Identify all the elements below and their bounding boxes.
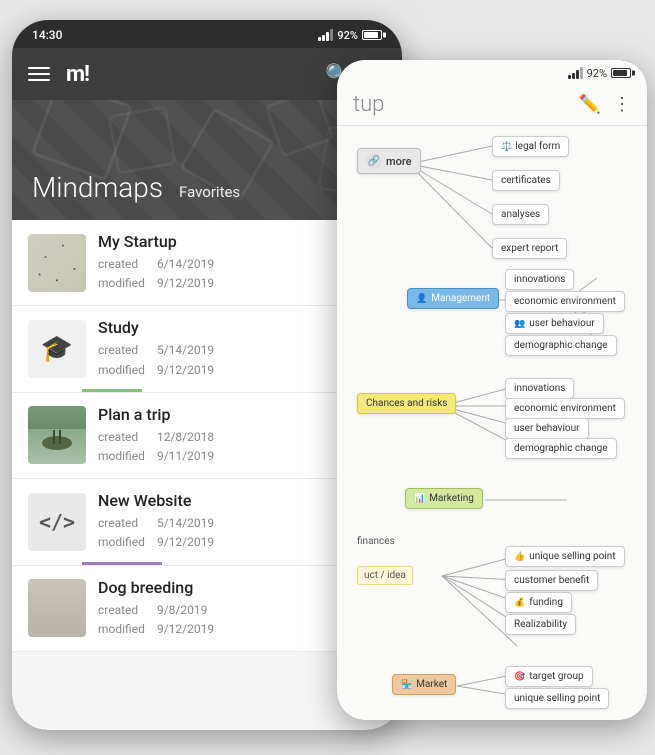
- status-bar-right: 92%: [337, 60, 647, 84]
- node-icon: 🔗: [366, 153, 382, 169]
- mm-node-more[interactable]: 🔗 more: [357, 148, 421, 174]
- time: 14:30: [32, 28, 62, 42]
- item-meta: created 5/14/2019 modified 9/12/2019: [98, 514, 324, 552]
- edit-button[interactable]: ✏️: [579, 94, 601, 115]
- item-title: Plan a trip: [98, 405, 324, 424]
- item-thumb-startup: [28, 234, 86, 292]
- color-bar-green: [82, 389, 142, 392]
- item-meta: created 12/8/2018 modified 9/11/2019: [98, 428, 324, 466]
- more-button-right[interactable]: ⋮: [613, 94, 631, 115]
- item-thumb-study: 🎓: [28, 320, 86, 378]
- battery-text: 92%: [337, 29, 358, 42]
- mm-node-target2[interactable]: unique selling point: [505, 688, 609, 709]
- mm-node-economic-env[interactable]: economic environment: [505, 291, 625, 312]
- mm-node-demographic[interactable]: demographic change: [505, 335, 617, 356]
- mm-node-management[interactable]: 👤 Management: [407, 288, 499, 309]
- tab-favorites[interactable]: Favorites: [179, 183, 240, 201]
- item-meta: created 5/14/2019 modified 9/12/2019: [98, 341, 324, 379]
- mm-node-market[interactable]: 🏪 Market: [392, 674, 456, 695]
- item-title: Dog breeding: [98, 578, 324, 597]
- mm-node-certificates[interactable]: certificates: [492, 170, 560, 191]
- mm-node-analyses[interactable]: analyses: [492, 204, 549, 225]
- menu-button[interactable]: [28, 67, 50, 81]
- battery-text-right: 92%: [587, 67, 607, 80]
- mm-node-sub4[interactable]: demographic change: [505, 438, 617, 459]
- app-logo: m!: [66, 62, 89, 87]
- mm-node-sub3[interactable]: user behaviour: [505, 418, 589, 439]
- mm-node-marketing[interactable]: 📊 Marketing: [405, 488, 483, 509]
- mm-node-unique-selling[interactable]: 👍 unique selling point: [505, 546, 625, 567]
- mindmap-canvas: 🔗 more ⚖️ legal form certificates analys…: [337, 126, 647, 720]
- signal-icon-right: [568, 67, 583, 79]
- mm-node-sub2[interactable]: economic environment: [505, 398, 625, 419]
- item-thumb-dog: [28, 579, 86, 637]
- graduation-icon: 🎓: [41, 334, 73, 364]
- mm-node-customer-benefit[interactable]: customer benefit: [505, 570, 598, 591]
- mm-node-target-group[interactable]: 🎯 target group: [505, 666, 593, 687]
- mm-node-innovations[interactable]: innovations: [505, 269, 574, 290]
- item-title: Study: [98, 318, 324, 337]
- scene: 14:30 92% m!: [0, 0, 655, 755]
- status-bar-left: 14:30 92%: [12, 20, 402, 48]
- right-phone: 92% tup ✏️ ⋮: [337, 60, 647, 720]
- mm-node-expert-report[interactable]: expert report: [492, 238, 567, 259]
- mm-node-realizability[interactable]: Realizability: [505, 614, 576, 635]
- item-thumb-trip: [28, 406, 86, 464]
- mm-node-user-behaviour[interactable]: 👥 user behaviour: [505, 313, 604, 334]
- battery-icon-right: [611, 68, 631, 78]
- item-thumb-website: </>: [28, 493, 86, 551]
- header-title: Mindmaps: [32, 171, 163, 204]
- mm-node-legal-form[interactable]: ⚖️ legal form: [492, 136, 569, 157]
- battery-icon: [362, 30, 382, 40]
- signal-icon: [318, 29, 333, 41]
- mm-node-funding[interactable]: 💰 funding: [505, 592, 572, 613]
- item-meta: created 6/14/2019 modified 9/12/2019: [98, 255, 324, 293]
- mm-node-sub1[interactable]: innovations: [505, 378, 574, 399]
- mindmap-title: tup: [353, 92, 384, 117]
- item-meta: created 9/8/2019 modified 9/12/2019: [98, 601, 324, 639]
- color-bar-purple: [82, 562, 162, 565]
- code-icon: </>: [39, 510, 75, 534]
- mindmap-toolbar: tup ✏️ ⋮: [337, 84, 647, 126]
- mm-node-finances[interactable]: finances: [357, 536, 395, 547]
- item-title: My Startup: [98, 232, 324, 251]
- mm-node-product-idea[interactable]: uct / idea: [357, 566, 413, 585]
- mm-node-chances-risks[interactable]: Chances and risks: [357, 393, 456, 414]
- item-title: New Website: [98, 491, 324, 510]
